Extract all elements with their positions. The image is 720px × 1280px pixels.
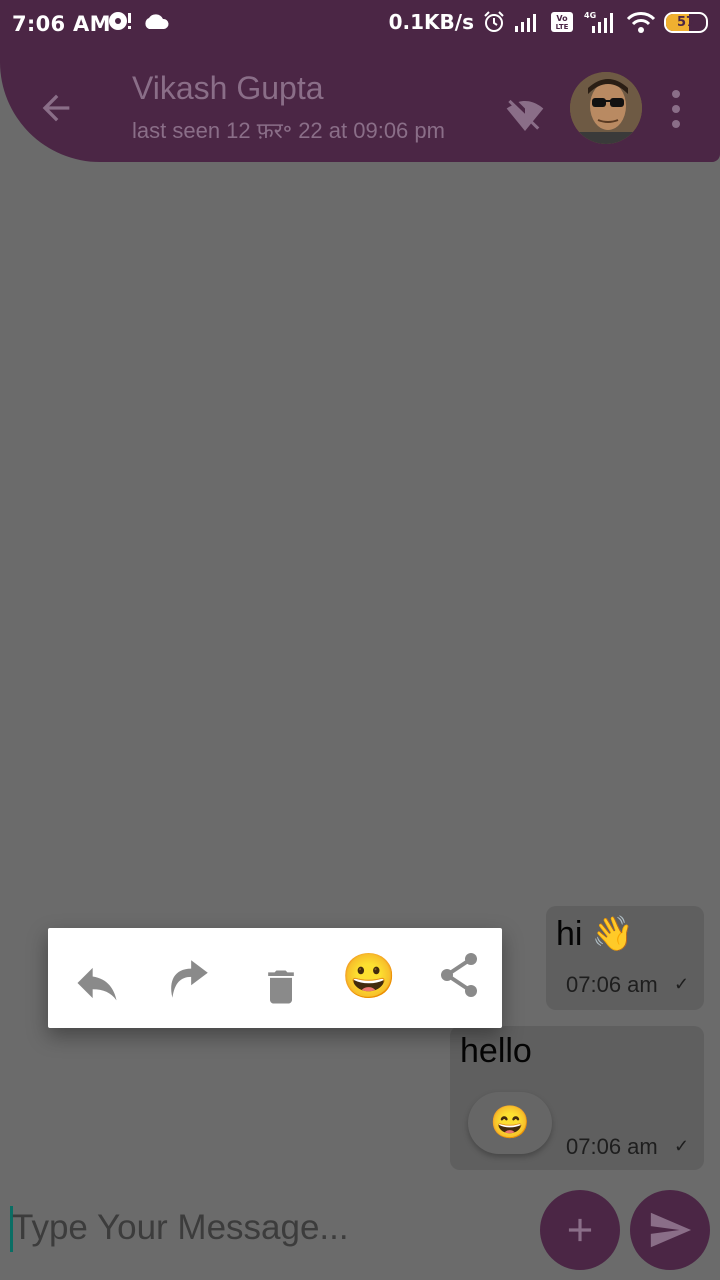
reply-icon (77, 967, 117, 1001)
volte-icon: Vo LTE (551, 12, 573, 32)
status-time: 7:06 AM (12, 12, 111, 36)
svg-text:Vo: Vo (556, 14, 568, 23)
cloud-icon (145, 14, 169, 29)
message-text: hi 👋 (556, 915, 635, 953)
sent-tick-icon: ✓ (674, 974, 690, 994)
send-icon (650, 1212, 692, 1248)
signal-4g-icon: 4G (584, 11, 613, 33)
forward-button[interactable] (160, 952, 214, 1006)
download-status-icon (109, 12, 131, 30)
share-button[interactable] (432, 948, 486, 1002)
signal-icon (515, 14, 536, 32)
share-icon (441, 953, 477, 997)
arrow-back-icon (42, 94, 70, 122)
avatar[interactable] (570, 72, 642, 144)
battery-level: 57 (676, 14, 696, 30)
battery-icon: 57 (664, 11, 708, 33)
avatar-image (570, 72, 642, 144)
delete-button[interactable] (254, 960, 308, 1014)
message-reaction[interactable]: 😄 (468, 1092, 552, 1154)
message-time: 07:06 am (566, 1134, 658, 1159)
back-button[interactable] (36, 88, 76, 128)
emoji-react-button[interactable]: 😀 (341, 950, 397, 1004)
more-vert-icon (672, 90, 680, 128)
delete-icon (268, 970, 294, 1004)
reply-button[interactable] (70, 956, 124, 1010)
alarm-icon (484, 11, 504, 32)
reaction-emoji: 😄 (490, 1104, 530, 1140)
forward-icon (171, 960, 208, 998)
attach-button[interactable] (540, 1190, 620, 1270)
sent-tick-icon: ✓ (674, 1136, 690, 1156)
status-right-icons: 0.1KB/s Vo LTE 4G 57 (389, 10, 708, 34)
network-speed: 0.1KB/s (388, 10, 474, 34)
wifi-off-icon (506, 99, 544, 131)
add-icon (568, 1218, 592, 1242)
wifi-icon (626, 12, 656, 33)
emoji-icon: 😀 (341, 952, 397, 1001)
message-actions-popup: 😀 (48, 928, 502, 1028)
send-button[interactable] (630, 1190, 710, 1270)
status-left-icons (108, 10, 170, 32)
status-bar: 7:06 AM 0.1KB/s Vo LTE 4G 57 (0, 0, 720, 52)
message-bubble[interactable]: hi 👋 07:06 am ✓ (546, 906, 704, 1010)
svg-text:4G: 4G (584, 11, 596, 20)
contact-name[interactable]: Vikash Gupta (132, 70, 324, 107)
last-seen: last seen 12 फ़र॰ 22 at 09:06 pm (132, 118, 445, 143)
message-input[interactable] (12, 1196, 532, 1260)
more-options-button[interactable] (664, 86, 688, 132)
svg-text:LTE: LTE (556, 23, 569, 31)
message-composer (10, 1196, 532, 1260)
message-text: hello (460, 1032, 532, 1070)
connection-status-button[interactable] (503, 96, 547, 136)
message-time: 07:06 am (566, 972, 658, 997)
